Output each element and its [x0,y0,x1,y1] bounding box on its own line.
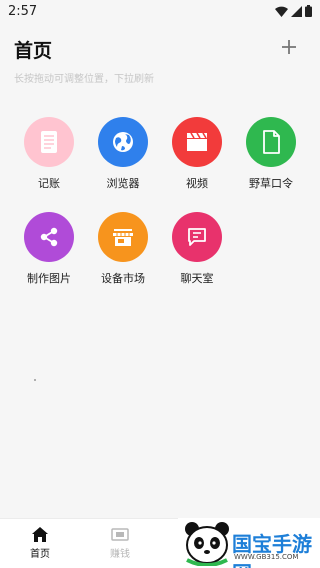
plus-icon [282,40,296,54]
document-icon [263,130,280,154]
status-time: 2:57 [8,3,38,19]
app-item-device-market[interactable]: 设备市场 [86,212,160,286]
money-icon [111,528,129,541]
app-circle [172,117,222,167]
app-circle [246,117,296,167]
watermark: 国宝手游网 WWW.GB315.COM [178,518,320,568]
app-label: 野草口令 [249,177,293,190]
app-circle [98,117,148,167]
clapperboard-icon [187,132,207,151]
app-item-bookkeeping[interactable]: 记账 [12,117,86,191]
home-icon [32,527,48,542]
app-circle [24,117,74,167]
panda-logo-icon [185,522,229,566]
app-circle [172,212,222,262]
app-grid: 记账 浏览器 视频 野草口令 制作图片 设备市场 聊天室 [12,117,308,286]
app-item-wild-grass-password[interactable]: 野草口令 [234,117,308,191]
globe-icon [113,132,133,152]
add-button[interactable] [278,36,300,58]
nav-item-earn[interactable]: 赚钱 [95,527,145,560]
app-item-browser[interactable]: 浏览器 [86,117,160,191]
app-label: 视频 [186,177,208,190]
watermark-text: 国宝手游网 [232,532,312,568]
battery-icon [305,5,312,17]
app-label: 制作图片 [27,272,71,285]
chat-icon [188,228,206,246]
nav-item-home[interactable]: 首页 [15,527,65,560]
app-item-chat-room[interactable]: 聊天室 [160,212,234,286]
app-item-video[interactable]: 视频 [160,117,234,191]
signal-icon [291,5,302,17]
app-label: 浏览器 [106,177,140,190]
app-circle [24,212,74,262]
notebook-icon [41,131,57,153]
page-title: 首页 [14,40,53,62]
app-circle [98,212,148,262]
share-icon [40,227,58,247]
app-label: 设备市场 [101,272,145,285]
app-label: 记账 [38,177,60,190]
watermark-url: WWW.GB315.COM [234,553,299,561]
header: 首页 [0,30,320,66]
status-bar: 2:57 [0,0,320,22]
app-label: 聊天室 [180,272,214,285]
store-icon [113,229,133,246]
nav-label-earn: 赚钱 [110,549,130,560]
nav-label-home: 首页 [30,549,50,560]
app-item-make-image[interactable]: 制作图片 [12,212,86,286]
wifi-icon [275,6,288,17]
stray-dot [34,379,36,381]
hint-text: 长按拖动可调整位置，下拉刷新 [14,74,154,85]
status-icons [275,5,312,17]
